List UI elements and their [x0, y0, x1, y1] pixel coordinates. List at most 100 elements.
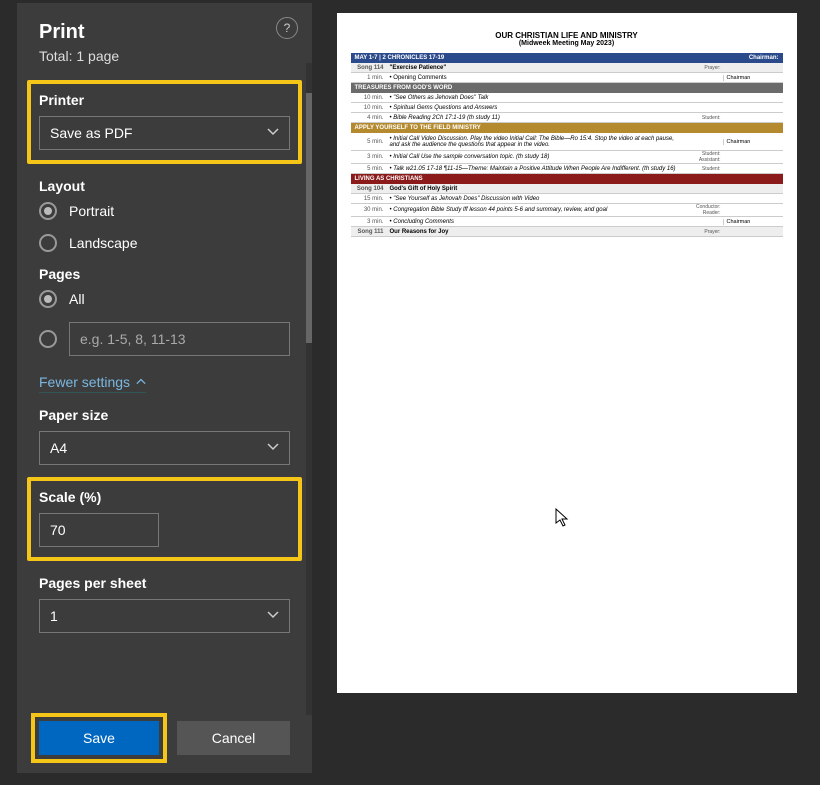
chevron-down-icon	[267, 440, 279, 456]
row-time: 3 min.	[351, 154, 387, 160]
row-time: 5 min.	[351, 166, 387, 172]
week-bar-text: MAY 1-7 | 2 CHRONICLES 17-19	[355, 55, 445, 61]
dialog-title: Print	[39, 21, 290, 44]
schedule-row: 10 min.• Spiritual Gems Questions and An…	[351, 103, 783, 113]
schedule-row: 10 min.• "See Others as Jehovah Does" Ta…	[351, 93, 783, 103]
layout-portrait-label: Portrait	[69, 203, 114, 219]
row-time: 10 min.	[351, 95, 387, 101]
song-title: Our Reasons for Joy	[387, 229, 677, 235]
scale-input[interactable]	[39, 513, 159, 547]
radio-icon	[39, 202, 57, 220]
chairman-label: Chairman:	[749, 55, 779, 61]
radio-icon	[39, 234, 57, 252]
row-text: • "See Others as Jehovah Does" Talk	[387, 95, 677, 101]
row-time: 30 min.	[351, 207, 387, 213]
paper-size-label: Paper size	[39, 407, 290, 423]
dialog-body: Printer Save as PDF Layout Portrait Land…	[17, 74, 312, 711]
song-row: Song 114 "Exercise Patience" Prayer:	[351, 63, 783, 73]
schedule-row: 4 min.• Bible Reading 2Ch 17:1-19 (th st…	[351, 113, 783, 123]
doc-title: OUR CHRISTIAN LIFE AND MINISTRY	[351, 31, 783, 40]
prayer-label: Prayer:	[677, 65, 723, 71]
cancel-button[interactable]: Cancel	[177, 721, 290, 755]
pages-per-sheet-select[interactable]: 1	[39, 599, 290, 633]
scale-highlight: Scale (%)	[27, 477, 302, 561]
row-text: • "See Yourself as Jehovah Does" Discuss…	[387, 196, 677, 202]
scale-label: Scale (%)	[39, 489, 290, 505]
paper-size-value: A4	[50, 440, 67, 456]
printer-label: Printer	[39, 92, 290, 108]
row-time: 5 min.	[351, 139, 387, 145]
row-text: • Congregation Bible Study lff lesson 44…	[387, 207, 677, 213]
row-role: Student:	[677, 115, 723, 121]
chevron-up-icon	[136, 377, 146, 387]
song-number: Song 104	[351, 186, 387, 192]
living-bar: LIVING AS CHRISTIANS	[351, 174, 783, 184]
row-text: • Bible Reading 2Ch 17:1-19 (th study 11…	[387, 115, 677, 121]
row-time: 1 min.	[351, 75, 387, 81]
song-row: Song 111 Our Reasons for Joy Prayer:	[351, 227, 783, 237]
song-number: Song 114	[351, 65, 387, 71]
row-text: • Spiritual Gems Questions and Answers	[387, 105, 677, 111]
schedule-row: 15 min.• "See Yourself as Jehovah Does" …	[351, 194, 783, 204]
pages-all-option[interactable]: All	[39, 290, 290, 308]
row-time: 3 min.	[351, 219, 387, 225]
printer-select[interactable]: Save as PDF	[39, 116, 290, 150]
row-text: • Initial Call Video Discussion. Play th…	[387, 136, 677, 148]
printer-value: Save as PDF	[50, 125, 132, 141]
row-role: Conductor: Reader:	[677, 204, 723, 216]
song-title: God's Gift of Holy Spirit	[387, 186, 677, 192]
scrollbar-thumb[interactable]	[306, 93, 312, 343]
apply-bar: APPLY YOURSELF TO THE FIELD MINISTRY	[351, 123, 783, 133]
layout-landscape-label: Landscape	[69, 235, 138, 251]
week-bar: MAY 1-7 | 2 CHRONICLES 17-19 Chairman:	[351, 53, 783, 63]
row-name: Chairman	[723, 139, 783, 145]
prayer-label: Prayer:	[677, 229, 723, 235]
pages-label: Pages	[39, 266, 290, 282]
row-name: Chairman	[723, 75, 783, 81]
layout-portrait-option[interactable]: Portrait	[39, 202, 290, 220]
pages-all-label: All	[69, 291, 85, 307]
schedule-row: 3 min.• Concluding Comments Chairman	[351, 217, 783, 227]
pages-per-sheet-label: Pages per sheet	[39, 575, 290, 591]
row-time: 15 min.	[351, 196, 387, 202]
row-text: • Talk w21.05 17-18 ¶11-15—Theme: Mainta…	[387, 166, 677, 172]
pages-custom-option[interactable]	[39, 322, 290, 356]
song-title: "Exercise Patience"	[387, 65, 677, 71]
radio-icon	[39, 330, 57, 348]
layout-landscape-option[interactable]: Landscape	[39, 234, 290, 252]
opening-row: 1 min. • Opening Comments Chairman	[351, 73, 783, 83]
fewer-settings-label: Fewer settings	[39, 374, 130, 390]
row-time: 4 min.	[351, 115, 387, 121]
schedule-row: 30 min.• Congregation Bible Study lff le…	[351, 204, 783, 217]
treasures-bar: TREASURES FROM GOD'S WORD	[351, 83, 783, 93]
row-time: 10 min.	[351, 105, 387, 111]
save-button[interactable]: Save	[39, 721, 159, 755]
radio-icon	[39, 290, 57, 308]
dialog-footer: Save Cancel	[17, 711, 312, 773]
preview-page: OUR CHRISTIAN LIFE AND MINISTRY (Midweek…	[337, 13, 797, 693]
chevron-down-icon	[267, 608, 279, 624]
schedule-row: 3 min.• Initial Call Use the sample conv…	[351, 151, 783, 164]
pages-per-sheet-value: 1	[50, 608, 58, 624]
paper-size-select[interactable]: A4	[39, 431, 290, 465]
scrollbar[interactable]	[306, 63, 312, 715]
schedule-row: 5 min.• Talk w21.05 17-18 ¶11-15—Theme: …	[351, 164, 783, 174]
pages-range-input[interactable]	[69, 322, 290, 356]
layout-label: Layout	[39, 178, 290, 194]
row-text: • Opening Comments	[387, 75, 677, 81]
row-text: • Concluding Comments	[387, 219, 677, 225]
doc-subtitle: (Midweek Meeting May 2023)	[351, 40, 783, 47]
chevron-down-icon	[267, 125, 279, 141]
help-button[interactable]: ?	[276, 17, 298, 39]
fewer-settings-toggle[interactable]: Fewer settings	[39, 374, 146, 393]
schedule-row: 5 min.• Initial Call Video Discussion. P…	[351, 133, 783, 151]
row-name: Chairman	[723, 219, 783, 225]
row-text: • Initial Call Use the sample conversati…	[387, 154, 677, 160]
printer-highlight: Printer Save as PDF	[27, 80, 302, 164]
song-row: Song 104 God's Gift of Holy Spirit	[351, 184, 783, 194]
print-dialog: Print Total: 1 page ? Printer Save as PD…	[17, 3, 312, 773]
save-highlight: Save	[31, 713, 167, 763]
row-role: Student:	[677, 166, 723, 172]
dialog-subtitle: Total: 1 page	[39, 48, 290, 64]
dialog-header: Print Total: 1 page ?	[17, 3, 312, 74]
